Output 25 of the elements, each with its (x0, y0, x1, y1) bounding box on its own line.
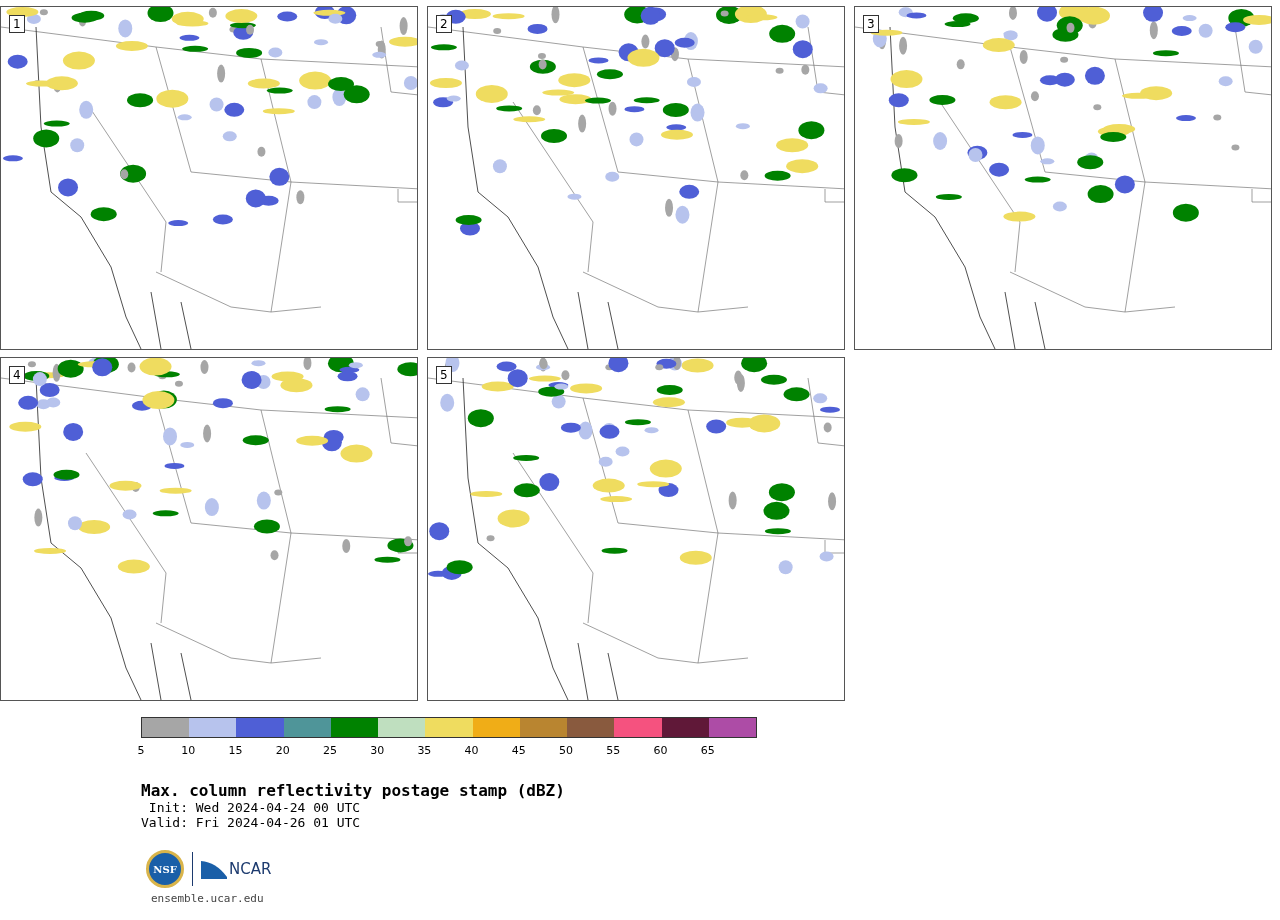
panel-number: 3 (863, 15, 879, 33)
panel-number: 4 (9, 366, 25, 384)
tick-label: 35 (417, 744, 432, 757)
init-time: Init: Wed 2024-04-24 00 UTC (147, 800, 362, 815)
tick-label: 60 (653, 744, 668, 757)
chart-title: Max. column reflectivity postage stamp (dBZ) (141, 781, 566, 800)
tick-label: 40 (464, 744, 479, 757)
tick-label: 15 (228, 744, 243, 757)
tick-label: 25 (322, 744, 337, 757)
swoosh-icon (201, 859, 227, 879)
tick-label: 10 (181, 744, 196, 757)
tick-label: 30 (370, 744, 385, 757)
wordmark-logo: NCAR (229, 860, 272, 878)
seal-logo: NSF (146, 850, 184, 888)
tick-label: 45 (511, 744, 526, 757)
panel-number: 5 (436, 366, 452, 384)
valid-time: Valid: Fri 2024-04-26 01 UTC (141, 815, 362, 830)
panel-number: 2 (436, 15, 452, 33)
tick-label: 50 (559, 744, 574, 757)
panel-number: 1 (9, 15, 25, 33)
tick-label: 20 (275, 744, 290, 757)
tick-label: 55 (606, 744, 621, 757)
site-url: ensemble.ucar.edu (151, 892, 265, 905)
tick-label: 5 (137, 744, 145, 757)
tick-label: 65 (700, 744, 715, 757)
